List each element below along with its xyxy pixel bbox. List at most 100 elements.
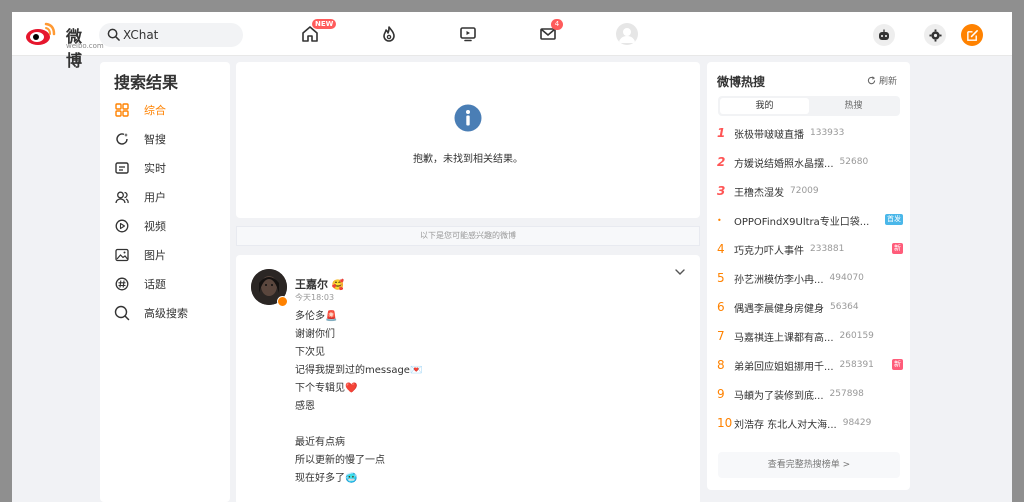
weibo-post-card: 王嘉尔 🥰 今天18:03 多伦多🚨 谢谢你们 下次见 记得我提到过的messa… xyxy=(236,255,700,502)
nav-item-label: 实时 xyxy=(144,162,166,175)
empty-message: 抱歉，未找到相关结果。 xyxy=(413,154,523,165)
verified-badge xyxy=(277,296,288,307)
advanced-search-icon xyxy=(114,305,130,321)
hot-heat: 133933 xyxy=(810,128,845,138)
nav-item-realtime[interactable]: 实时 xyxy=(114,158,224,178)
hot-heat: 72009 xyxy=(790,186,819,196)
post-text-line: 谢谢你们 xyxy=(295,329,335,340)
chevron-down-icon[interactable] xyxy=(674,266,686,278)
settings-button[interactable] xyxy=(924,24,946,46)
compose-button[interactable] xyxy=(961,24,983,46)
nav-item-comprehensive[interactable]: 综合 xyxy=(114,100,224,120)
video-play-icon xyxy=(114,218,130,234)
nav-item-users[interactable]: 用户 xyxy=(114,187,224,207)
post-text-line: 下次见 xyxy=(295,347,325,358)
hot-search-item[interactable]: 6 偶遇李晨健身房健身 56364 xyxy=(717,298,903,316)
video-icon xyxy=(460,27,476,42)
browser-window: 微博 weibo.com NEW xyxy=(12,12,1012,502)
hot-title: 方媛说结婚照水晶摆... xyxy=(734,158,834,170)
hot-heat: 257898 xyxy=(829,389,864,399)
post-text-line: 记得我提到过的message💌 xyxy=(295,365,423,376)
info-icon xyxy=(454,104,482,132)
user-avatar[interactable] xyxy=(616,23,638,45)
hot-search-item[interactable]: 10 刘浩存 东北人对大海... 98429 xyxy=(717,414,903,432)
post-text-line: 感恩 xyxy=(295,401,315,412)
hot-title: 张极带啵啵直播 xyxy=(734,129,804,141)
hot-heat: 260159 xyxy=(839,331,874,341)
hot-search-item[interactable]: 9 马頔为了装修到底... 257898 xyxy=(717,385,903,403)
nav-item-label: 话题 xyxy=(144,278,166,291)
hot-title: 弟弟回应姐姐挪用千... xyxy=(734,361,834,373)
hot-heat: 56364 xyxy=(830,302,859,312)
rank-number: 10 xyxy=(717,416,733,430)
robot-assistant-button[interactable] xyxy=(873,24,895,46)
weibo-logo[interactable]: 微博 weibo.com xyxy=(24,20,104,70)
top-navigation-bar: 微博 weibo.com NEW xyxy=(12,12,1012,70)
nav-video[interactable] xyxy=(457,23,479,45)
hot-title: 孙艺洲模仿李小冉... xyxy=(734,274,824,286)
message-count-badge: 4 xyxy=(551,19,563,30)
hot-search-title: 微博热搜 xyxy=(717,75,766,89)
hot-search-item[interactable]: 1 张极带啵啵直播 133933 xyxy=(717,124,903,142)
rank-number: 4 xyxy=(717,242,725,256)
view-full-hot-list-button[interactable]: 查看完整热搜榜单 > xyxy=(718,452,900,478)
hot-search-panel: 微博热搜 刷新 我的 热搜 1 张极带啵啵直播 133933 2 方媛说结婚照水… xyxy=(707,62,910,490)
hot-search-item[interactable]: 4 巧克力吓人事件 233881 新 xyxy=(717,240,903,258)
search-icon xyxy=(107,28,120,41)
logo-subtext: weibo.com xyxy=(66,42,104,50)
post-text-line: 下个专辑见❤️ xyxy=(295,383,358,394)
tab-mine[interactable]: 我的 xyxy=(720,98,809,114)
suggestion-divider: 以下是您可能感兴趣的微博 xyxy=(236,226,700,246)
refresh-button[interactable]: 刷新 xyxy=(867,74,897,87)
new-tag: 新 xyxy=(892,243,903,254)
hot-search-item[interactable]: • OPPOFindX9Ultra专业口袋... 首发 xyxy=(717,211,903,229)
weibo-eye-icon xyxy=(26,22,56,45)
rank-number: 3 xyxy=(717,184,726,198)
flame-icon xyxy=(383,26,395,42)
rank-number: 9 xyxy=(717,387,725,401)
promoted-dot: • xyxy=(717,215,722,225)
debut-tag: 首发 xyxy=(885,214,903,225)
hot-heat: 52680 xyxy=(839,157,869,167)
refresh-icon xyxy=(867,76,876,85)
search-input[interactable] xyxy=(123,23,235,47)
gear-icon xyxy=(928,28,942,42)
post-text-line: 多伦多🚨 xyxy=(295,311,338,322)
nav-item-advanced-search[interactable]: 高级搜索 xyxy=(114,303,224,323)
robot-icon xyxy=(879,29,889,40)
nav-item-label: 智搜 xyxy=(144,133,166,146)
pencil-edit-icon xyxy=(966,29,978,41)
hot-title: 马頔为了装修到底... xyxy=(734,390,824,402)
post-author-name[interactable]: 王嘉尔 🥰 xyxy=(295,276,344,292)
post-text-line: 现在好多了🥶 xyxy=(295,473,358,484)
hot-search-item[interactable]: 8 弟弟回应姐姐挪用千... 258391 新 xyxy=(717,356,903,374)
nav-title: 搜索结果 xyxy=(114,73,179,92)
nav-item-topics[interactable]: 话题 xyxy=(114,274,224,294)
hot-search-item[interactable]: 5 孙艺洲模仿李小冉... 494070 xyxy=(717,269,903,287)
nav-home[interactable]: NEW xyxy=(299,19,337,45)
nav-messages[interactable]: 4 xyxy=(537,19,563,45)
nav-item-label: 视频 xyxy=(144,220,166,233)
nav-item-label: 图片 xyxy=(144,249,166,262)
hot-title: OPPOFindX9Ultra专业口袋... xyxy=(734,216,870,228)
topic-hash-icon xyxy=(114,276,130,292)
nav-item-video[interactable]: 视频 xyxy=(114,216,224,236)
nav-item-images[interactable]: 图片 xyxy=(114,245,224,265)
search-box[interactable] xyxy=(99,23,243,47)
post-text-line: 最近有点病 xyxy=(295,437,345,448)
hot-title: 刘浩存 东北人对大海... xyxy=(734,419,837,431)
new-tag: 新 xyxy=(892,359,903,370)
nav-item-smart-search[interactable]: 智搜 xyxy=(114,129,224,149)
tab-hot[interactable]: 热搜 xyxy=(809,98,898,114)
nav-hot[interactable] xyxy=(378,23,400,45)
post-text-line: 所以更新的慢了一点 xyxy=(295,455,385,466)
hot-search-item[interactable]: 3 王橹杰湿发 72009 xyxy=(717,182,903,200)
hot-search-item[interactable]: 7 马嘉祺连上课都有高... 260159 xyxy=(717,327,903,345)
smart-search-icon xyxy=(114,131,130,147)
rank-number: 1 xyxy=(717,126,726,140)
hot-search-item[interactable]: 2 方媛说结婚照水晶摆... 52680 xyxy=(717,153,903,171)
rank-number: 6 xyxy=(717,300,725,314)
rank-number: 8 xyxy=(717,358,725,372)
post-time[interactable]: 今天18:03 xyxy=(295,292,334,303)
image-icon xyxy=(114,247,130,263)
